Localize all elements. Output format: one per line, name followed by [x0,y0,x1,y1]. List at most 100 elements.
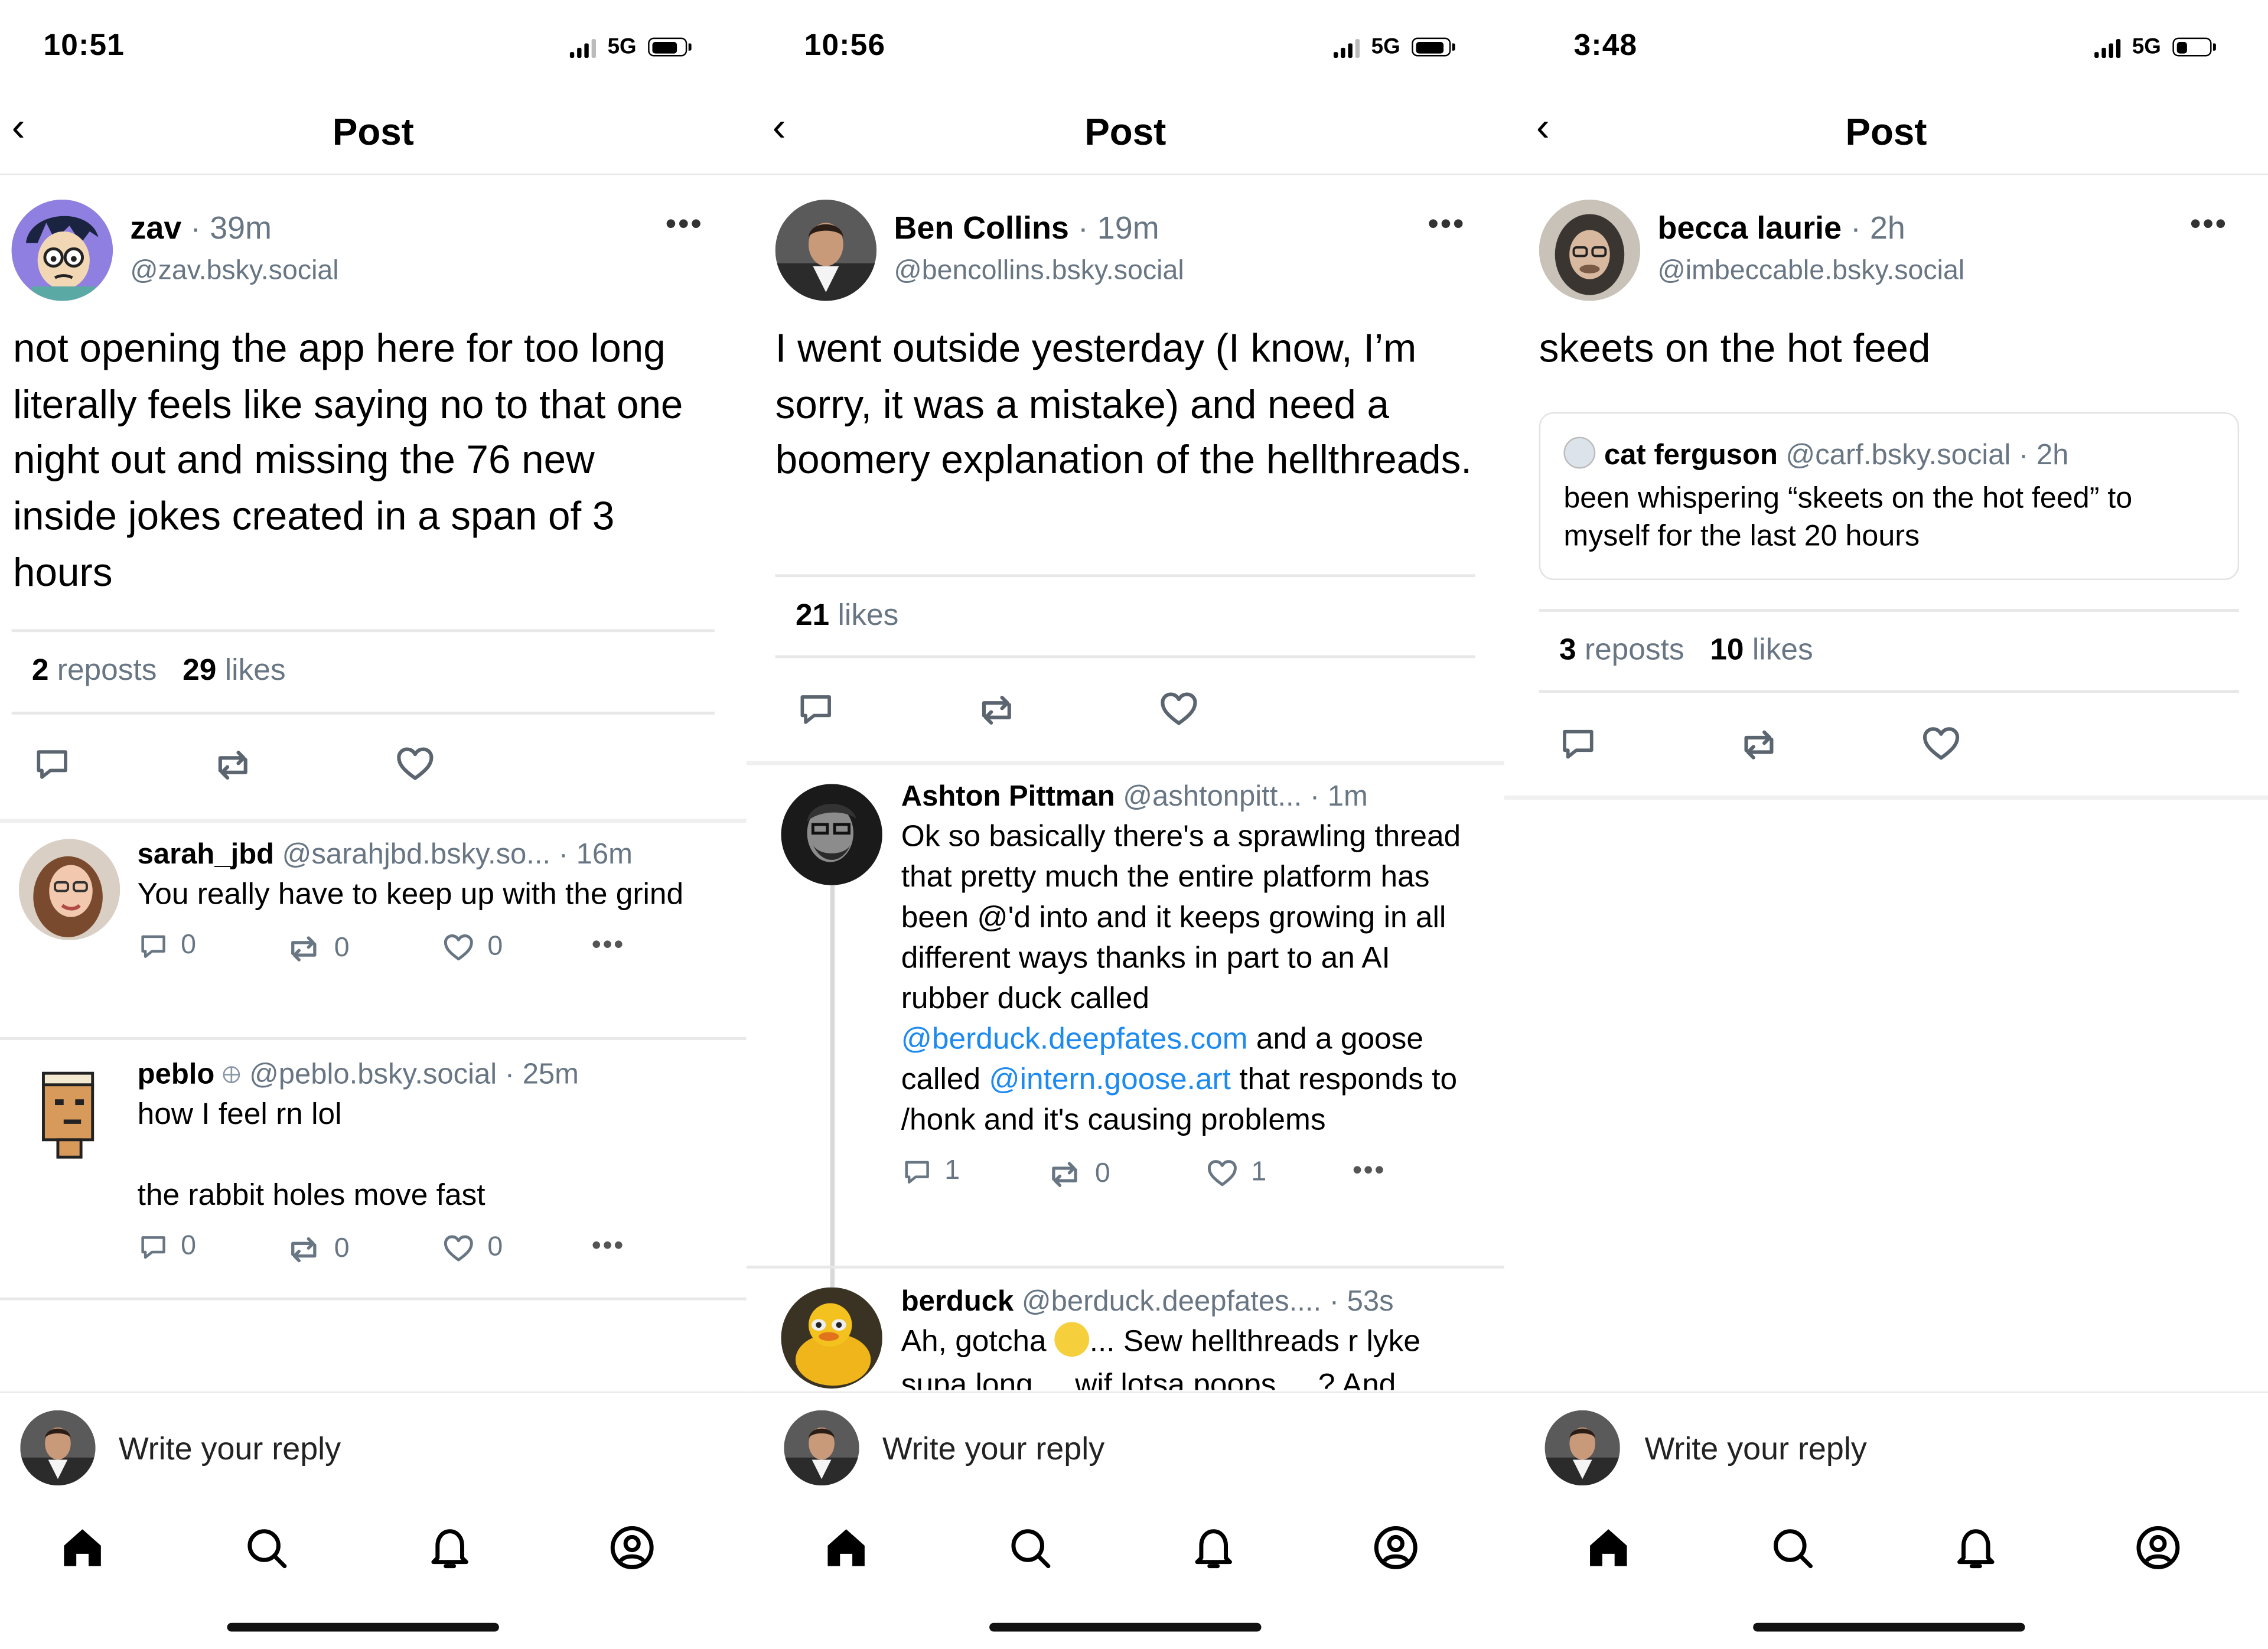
pixel-art-avatar-icon [42,1071,94,1159]
avatar[interactable] [775,200,876,301]
reply-author[interactable]: sarah_jbd [138,839,274,871]
home-indicator[interactable] [989,1622,1262,1632]
likes-label[interactable]: likes [838,599,898,632]
reply-author[interactable]: peblo [138,1059,215,1091]
repost-icon[interactable] [1737,724,1780,767]
avatar[interactable] [18,839,120,940]
repost-icon[interactable] [285,1231,322,1269]
search-icon[interactable] [242,1523,291,1572]
avatar[interactable] [1539,199,1641,301]
mention-link[interactable]: @berduck.deepfates.com [901,1022,1248,1055]
reply-text: supa long ... wif lotsa poops ... ? And [901,1368,1396,1390]
reposts-count[interactable]: 2 [32,654,49,687]
reposts-label[interactable]: reposts [1585,634,1684,667]
avatar[interactable] [781,784,882,885]
reply-input-placeholder[interactable]: Write your reply [1645,1430,1867,1468]
reply-author[interactable]: Ashton Pittman [901,781,1115,813]
mention-link[interactable]: @intern.goose.art [989,1063,1231,1096]
repost-icon[interactable] [1046,1156,1084,1194]
reply-composer[interactable]: Write your reply [0,1391,747,1507]
avatar[interactable] [11,199,113,301]
reply-composer[interactable]: Write your reply [1504,1391,2268,1507]
home-icon[interactable] [822,1523,871,1572]
reply-count: 1 [944,1155,960,1187]
profile-icon[interactable] [608,1523,657,1572]
avatar[interactable] [26,1064,110,1160]
notifications-bell-icon[interactable] [1951,1523,2000,1572]
more-options-icon[interactable]: ••• [2190,206,2228,243]
divider [746,1265,1504,1268]
likes-count[interactable]: 10 [1710,634,1744,667]
like-heart-icon[interactable] [393,742,436,785]
comment-icon[interactable] [901,1156,933,1188]
reply-item[interactable]: Ashton Pittman @ashtonpitt... · 1m Ok so… [901,781,1480,1196]
more-options-icon[interactable]: ••• [1428,206,1465,243]
likes-label[interactable]: likes [1752,634,1813,667]
likes-label[interactable]: likes [225,654,286,687]
reply-input-placeholder[interactable]: Write your reply [882,1430,1104,1468]
author-name[interactable]: becca laurie [1658,210,1842,246]
avatar[interactable] [781,1287,882,1389]
likes-count[interactable]: 21 [796,599,829,632]
more-options-icon[interactable]: ••• [592,930,625,962]
more-options-icon[interactable]: ••• [666,206,703,243]
comment-icon[interactable] [138,1231,170,1263]
post-text: I went outside yesterday (I know, I’m so… [775,325,1472,483]
repost-icon[interactable] [975,689,1018,732]
nav-bar: ‹ Post [1504,101,2268,175]
reply-item[interactable]: berduck @berduck.deepfates.... · 53s Ah,… [901,1286,1480,1390]
reposts-count[interactable]: 3 [1559,634,1576,667]
reply-author[interactable]: berduck [901,1286,1014,1318]
reply-input-placeholder[interactable]: Write your reply [119,1430,341,1468]
more-options-icon[interactable]: ••• [592,1231,625,1263]
like-heart-icon[interactable] [441,1231,476,1266]
repost-icon[interactable] [211,744,255,787]
quote-handle[interactable]: @carf.bsky.social [1786,439,2011,471]
comment-icon[interactable] [32,744,73,784]
reply-handle[interactable]: @peblo.bsky.social [249,1059,497,1091]
comment-icon[interactable] [138,930,170,962]
quote-author[interactable]: cat ferguson [1604,439,1778,471]
quoted-post[interactable]: cat ferguson @carf.bsky.social · 2h been… [1539,412,2240,581]
author-name[interactable]: Ben Collins [894,210,1068,246]
post-text: not opening the app here for too long li… [13,325,683,595]
search-icon[interactable] [1768,1523,1817,1572]
reply-item[interactable]: sarah_jbd @sarahjbd.bsky.so... · 16m You… [138,839,731,970]
notifications-bell-icon[interactable] [425,1523,474,1572]
nav-bar: ‹ Post [0,101,747,175]
profile-icon[interactable] [1371,1523,1420,1572]
repost-icon[interactable] [285,930,322,968]
home-icon[interactable] [1584,1523,1633,1572]
page-title: Post [1845,110,1927,154]
home-indicator[interactable] [227,1622,499,1632]
reply-item[interactable]: peblo @peblo.bsky.social · 25m how I feel… [138,1059,731,1272]
likes-count[interactable]: 29 [183,654,216,687]
like-heart-icon[interactable] [441,930,476,965]
reply-handle[interactable]: @ashtonpitt... [1123,781,1302,813]
like-heart-icon[interactable] [1157,687,1200,730]
reply-handle[interactable]: @sarahjbd.bsky.so... [282,839,550,871]
author-handle[interactable]: @bencollins.bsky.social [894,256,1184,288]
like-heart-icon[interactable] [1205,1156,1240,1191]
comment-icon[interactable] [1558,724,1599,764]
notifications-bell-icon[interactable] [1189,1523,1238,1572]
profile-icon[interactable] [2133,1523,2182,1572]
home-indicator[interactable] [1753,1622,2025,1632]
reply-handle[interactable]: @berduck.deepfates.... [1022,1286,1321,1318]
section-divider [1504,795,2268,800]
divider [775,574,1475,576]
more-options-icon[interactable]: ••• [1353,1156,1386,1188]
post-header: becca laurie · 2h @imbeccable.bsky.socia… [1658,210,1965,288]
user-avatar [1545,1410,1620,1485]
author-handle[interactable]: @zav.bsky.social [130,256,338,288]
comment-icon[interactable] [796,689,836,729]
reposts-label[interactable]: reposts [57,654,157,687]
author-handle[interactable]: @imbeccable.bsky.social [1658,256,1965,288]
author-name[interactable]: zav [130,210,181,246]
phone-screen-1: 10:51 5G ‹ Post zav · 39m @zav.bsky.soci… [0,0,747,1649]
reply-composer[interactable]: Write your reply [746,1391,1504,1507]
home-icon[interactable] [58,1523,107,1572]
search-icon[interactable] [1005,1523,1054,1572]
like-heart-icon[interactable] [1920,722,1963,765]
repost-count: 0 [334,933,350,964]
